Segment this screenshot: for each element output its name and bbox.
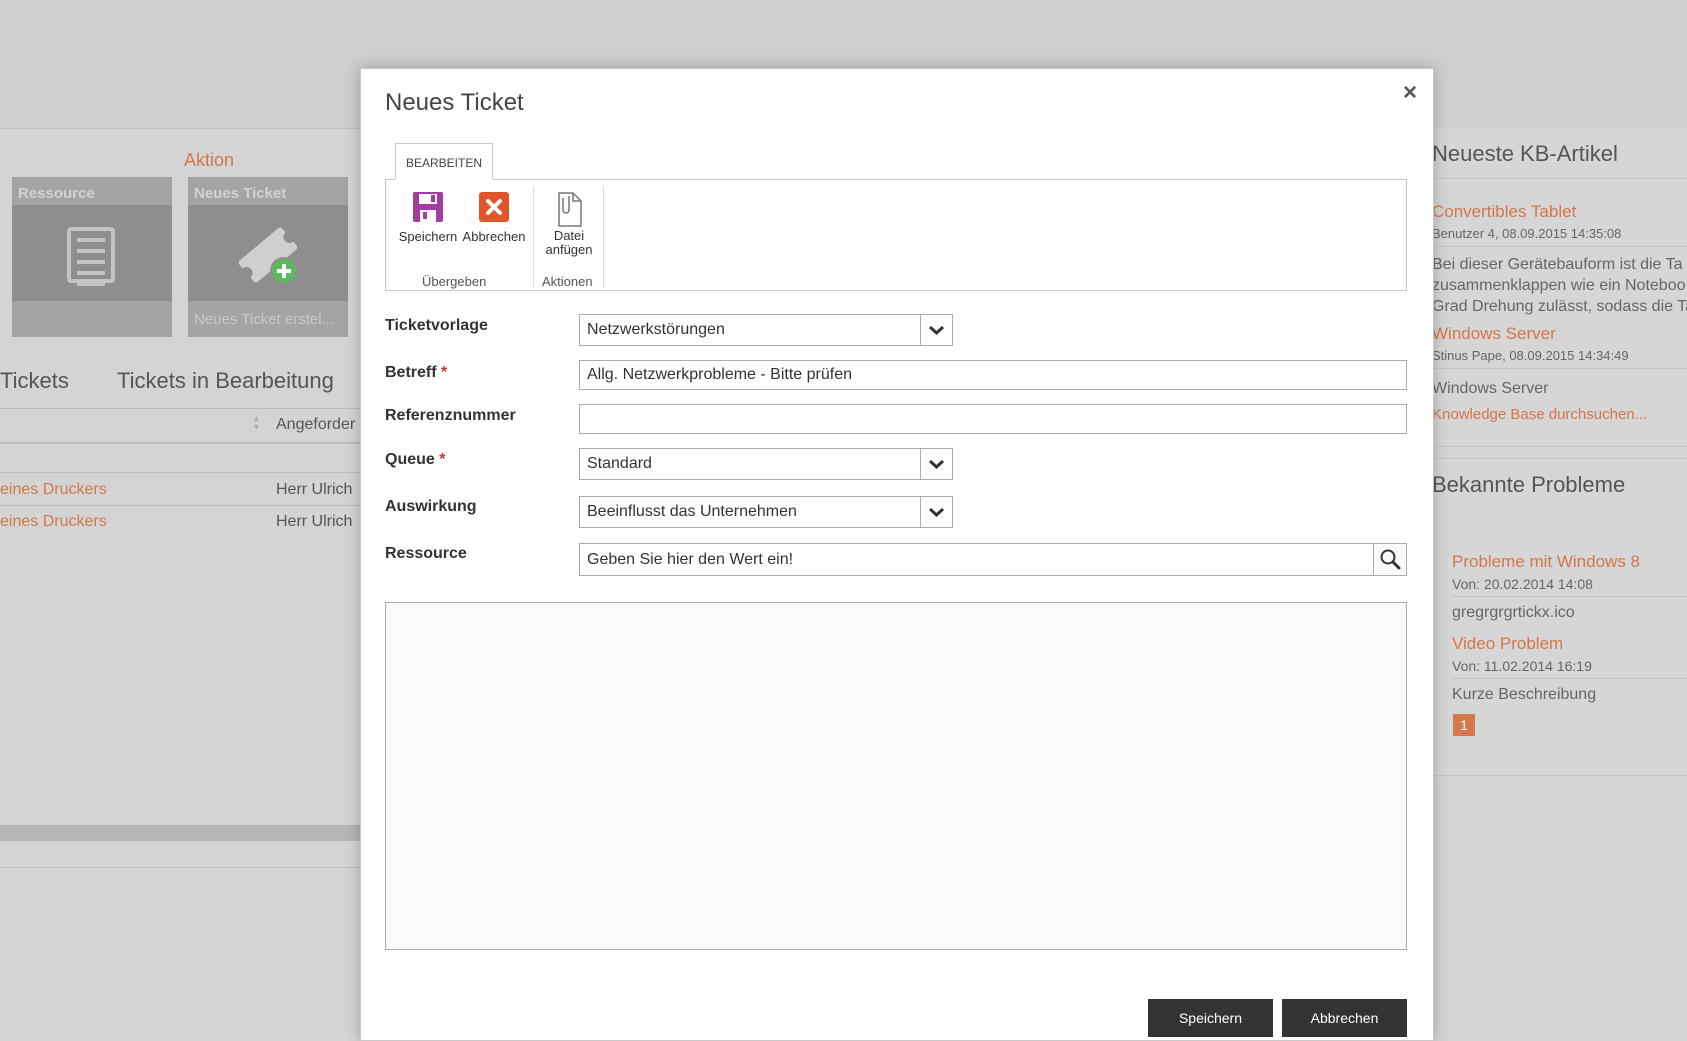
kb-article-excerpt: Grad Drehung zulässt, sodass die Ta xyxy=(1432,298,1687,315)
save-label: Speichern xyxy=(398,229,458,244)
kb-article-link[interactable]: Windows Server xyxy=(1432,324,1556,344)
divider xyxy=(1430,446,1687,447)
row-divider xyxy=(0,505,360,506)
divider xyxy=(1430,458,1687,459)
attach-label: anfügen xyxy=(545,242,593,257)
queue-select[interactable]: Standard xyxy=(579,448,953,480)
queue-label: Queue * xyxy=(385,451,445,469)
tile-footer: Neues Ticket erstel... xyxy=(194,311,335,328)
action-heading: Aktion xyxy=(184,150,235,170)
table-row-subject-link[interactable]: eines Druckers xyxy=(0,481,107,499)
subject-label: Betreff * xyxy=(385,364,447,382)
tab-bearbeiten[interactable]: BEARBEITEN xyxy=(395,143,493,180)
resource-label: Ressource xyxy=(385,545,467,562)
divider xyxy=(0,867,360,868)
resource-lookup-input[interactable]: Geben Sie hier den Wert ein! xyxy=(579,543,1407,576)
ribbon-toolbar: Speichern Abbrechen Datei anfügen Überge… xyxy=(385,179,1407,291)
description-textarea[interactable] xyxy=(385,602,1407,950)
attach-label: Datei xyxy=(553,228,585,243)
chevron-down-icon[interactable] xyxy=(920,497,952,527)
row-divider xyxy=(0,472,360,473)
reference-number-input[interactable] xyxy=(579,404,1407,434)
resource-tile[interactable]: Ressource xyxy=(12,177,172,337)
kb-article-excerpt: Bei dieser Gerätebauform ist die Ta xyxy=(1432,256,1683,273)
known-problems-heading: Bekannte Probleme xyxy=(1432,472,1626,497)
search-icon[interactable] xyxy=(1373,544,1406,575)
ticket-add-icon xyxy=(238,227,298,285)
queue-value: Standard xyxy=(587,455,652,472)
required-marker: * xyxy=(439,451,446,468)
subject-value: Allg. Netzwerkprobleme - Bitte prüfen xyxy=(587,366,852,383)
pagination-page[interactable]: 1 xyxy=(1453,714,1475,736)
divider xyxy=(1430,775,1687,776)
new-ticket-dialog: Neues Ticket × BEARBEITEN Speichern Abbr… xyxy=(360,68,1434,1041)
new-ticket-tile[interactable]: Neues Ticket Neues Ticket erstel... xyxy=(188,177,348,337)
divider xyxy=(1452,678,1687,679)
divider xyxy=(1430,246,1687,247)
queue-label-text: Queue xyxy=(385,451,435,468)
horizontal-scrollbar[interactable] xyxy=(0,825,360,841)
template-value: Netzwerkstörungen xyxy=(587,321,725,338)
template-select[interactable]: Netzwerkstörungen xyxy=(579,314,953,346)
document-icon xyxy=(67,227,115,286)
problem-description: Kurze Beschreibung xyxy=(1452,686,1597,703)
tile-title: Neues Ticket xyxy=(194,185,287,202)
tile-body xyxy=(188,205,348,301)
divider xyxy=(1430,368,1687,369)
template-label: Ticketvorlage xyxy=(385,317,488,334)
divider xyxy=(533,186,534,288)
ribbon-group-label: Aktionen xyxy=(542,274,593,289)
chevron-down-icon[interactable] xyxy=(920,315,952,345)
problem-link[interactable]: Video Problem xyxy=(1452,634,1563,654)
reference-number-label: Referenznummer xyxy=(385,407,516,424)
resource-placeholder: Geben Sie hier den Wert ein! xyxy=(587,551,794,568)
kb-article-meta: Benutzer 4, 08.09.2015 14:35:08 xyxy=(1432,226,1622,241)
impact-select[interactable]: Beeinflusst das Unternehmen xyxy=(579,496,953,528)
kb-article-meta: Stinus Pape, 08.09.2015 14:34:49 xyxy=(1432,348,1629,363)
required-marker: * xyxy=(441,364,448,381)
divider xyxy=(603,186,604,288)
ribbon-group-label: Übergeben xyxy=(422,274,487,289)
cancel-icon xyxy=(477,190,511,224)
ribbon-attach-file-button[interactable]: Datei anfügen xyxy=(536,190,602,257)
problem-date: Von: 20.02.2014 14:08 xyxy=(1452,576,1593,592)
divider xyxy=(1430,178,1687,179)
kb-article-excerpt: zusammenklappen wie ein Noteboo xyxy=(1432,277,1686,294)
impact-label: Auswirkung xyxy=(385,498,477,515)
table-row-requester: Herr Ulrich xyxy=(276,481,353,498)
kb-search-link[interactable]: Knowledge Base durchsuchen... xyxy=(1432,406,1647,423)
subject-input[interactable]: Allg. Netzwerkprobleme - Bitte prüfen xyxy=(579,360,1407,390)
impact-value: Beeinflusst das Unternehmen xyxy=(587,503,797,520)
kb-article-link[interactable]: Convertibles Tablet xyxy=(1432,202,1576,222)
divider xyxy=(1452,596,1687,597)
column-header-requester[interactable]: Angeforder xyxy=(276,416,355,434)
subject-label-text: Betreff xyxy=(385,364,437,381)
attach-file-icon xyxy=(552,190,586,227)
cancel-button[interactable]: Abbrechen xyxy=(1282,999,1407,1037)
tile-body xyxy=(12,205,172,301)
tab-tickets[interactable]: Tickets xyxy=(0,368,69,394)
dialog-title: Neues Ticket xyxy=(385,89,524,116)
chevron-down-icon[interactable] xyxy=(920,449,952,479)
table-row-subject-link[interactable]: eines Druckers xyxy=(0,513,107,531)
table-row-requester: Herr Ulrich xyxy=(276,513,353,530)
ribbon-save-button[interactable]: Speichern xyxy=(393,190,463,244)
save-button[interactable]: Speichern xyxy=(1148,999,1273,1037)
tab-tickets-in-progress[interactable]: Tickets in Bearbeitung xyxy=(117,368,334,394)
sort-icon[interactable]: ▲ ▼ xyxy=(252,414,261,432)
cancel-label: Abbrechen xyxy=(462,229,526,244)
save-icon xyxy=(411,190,445,224)
problem-description: gregrgrgrtickx.ico xyxy=(1452,604,1575,621)
ribbon-cancel-button[interactable]: Abbrechen xyxy=(458,190,530,244)
close-icon[interactable]: × xyxy=(1403,79,1417,107)
right-sidebar: Neueste KB-Artikel Convertibles Tablet B… xyxy=(1430,128,1687,778)
kb-heading: Neueste KB-Artikel xyxy=(1432,141,1618,166)
tile-title: Ressource xyxy=(18,185,95,202)
kb-article-excerpt: Windows Server xyxy=(1432,380,1549,397)
problem-date: Von: 11.02.2014 16:19 xyxy=(1452,658,1592,674)
problem-link[interactable]: Probleme mit Windows 8 xyxy=(1452,552,1640,572)
